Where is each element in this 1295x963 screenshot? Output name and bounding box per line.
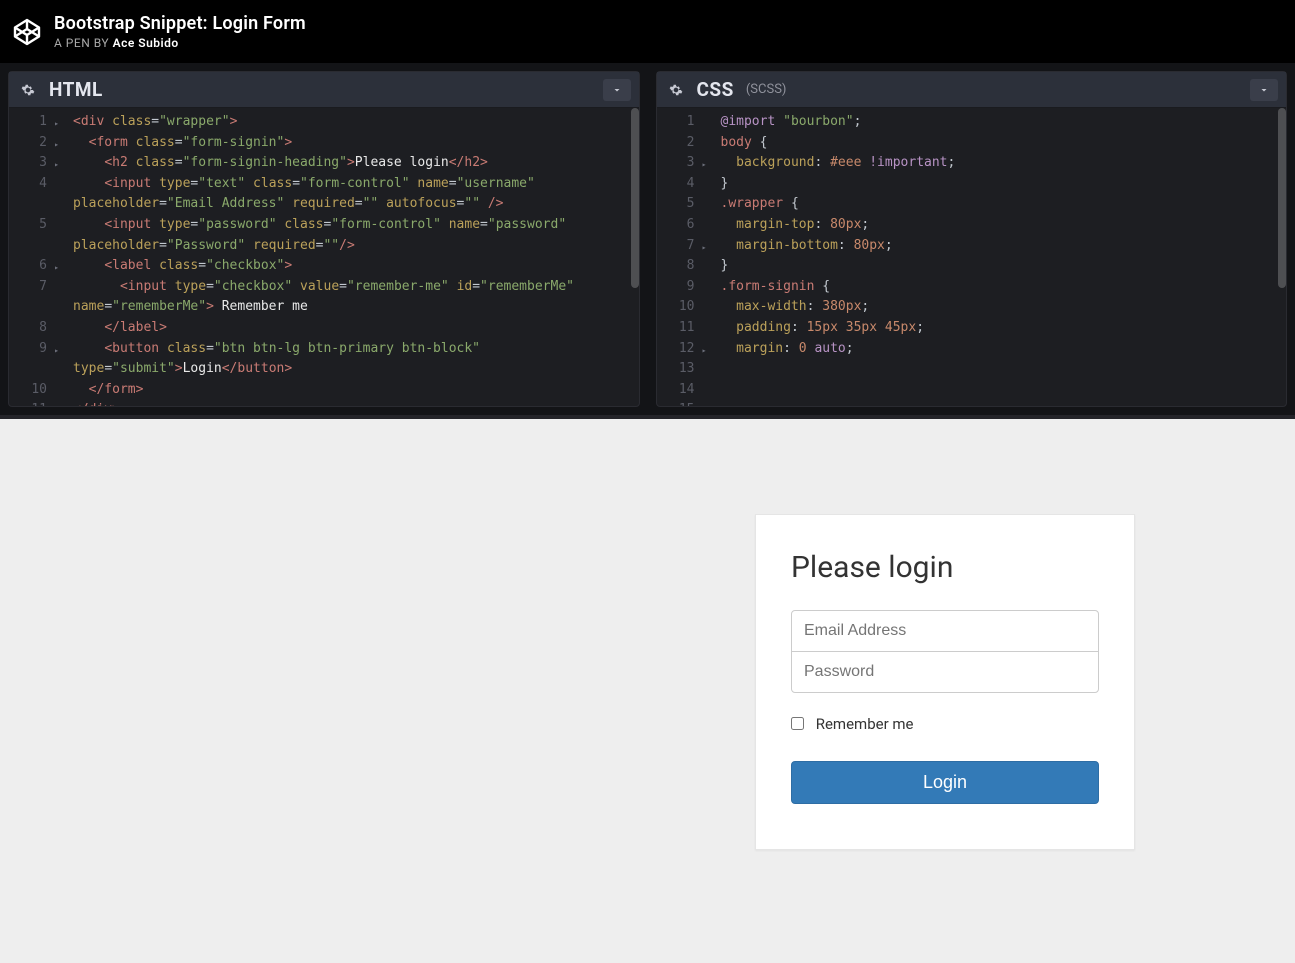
password-field[interactable] <box>791 651 1099 693</box>
line-number: 8 <box>657 256 695 277</box>
line-number: 4 <box>9 174 47 195</box>
code-line[interactable]: } <box>721 256 1287 277</box>
line-number: 4 <box>657 174 695 195</box>
panel-html-head: HTML <box>9 72 639 108</box>
line-number: 2 <box>657 133 695 154</box>
line-number: 3 <box>657 153 695 174</box>
code-line[interactable]: <button class="btn btn-lg btn-primary bt… <box>73 339 639 360</box>
code-line[interactable]: </form> <box>73 380 639 401</box>
code-line[interactable]: <input type="text" class="form-control" … <box>73 174 639 195</box>
form-heading: Please login <box>791 550 1099 585</box>
code-line[interactable]: padding: 15px 35px 45px; <box>721 318 1287 339</box>
code-line[interactable]: </div> <box>73 400 639 406</box>
panel-html-title: HTML <box>49 78 103 101</box>
topbar-titles: Bootstrap Snippet: Login Form A PEN BY A… <box>54 13 306 51</box>
code-line[interactable]: <label class="checkbox"> <box>73 256 639 277</box>
line-number: 7 <box>657 236 695 257</box>
code-line[interactable]: margin: 0 auto; <box>721 339 1287 360</box>
chevron-down-icon[interactable] <box>1250 79 1278 101</box>
gear-icon[interactable] <box>17 79 39 101</box>
gear-icon[interactable] <box>665 79 687 101</box>
line-number: 1 <box>657 112 695 133</box>
css-editor[interactable]: 123456789101112131415 @import "bourbon";… <box>657 108 1287 406</box>
login-form: Please login Remember me Login <box>755 514 1135 850</box>
html-editor[interactable]: 1234 5 67 89 1011 <div class="wrapper"> <for… <box>9 108 639 406</box>
remember-me-label[interactable]: Remember me <box>791 715 1099 733</box>
code-line[interactable]: placeholder="Email Address" required="" … <box>73 194 639 215</box>
scrollbar-thumb[interactable] <box>631 108 639 288</box>
scrollbar-thumb[interactable] <box>1278 108 1286 288</box>
code-line[interactable]: <input type="password" class="form-contr… <box>73 215 639 236</box>
code-line[interactable]: name="rememberMe"> Remember me <box>73 297 639 318</box>
pen-byline: A PEN BY Ace Subido <box>54 36 306 50</box>
panel-css-head: CSS (SCSS) <box>657 72 1287 108</box>
panel-html: HTML 1234 5 67 89 1011 <div class="wrapper">… <box>8 71 640 407</box>
preview-pane: Please login Remember me Login <box>0 415 1295 963</box>
byline-prefix: A PEN BY <box>54 36 113 50</box>
line-number: 10 <box>9 380 47 401</box>
line-number: 15 <box>657 400 695 406</box>
code-line[interactable]: type="submit">Login</button> <box>73 359 639 380</box>
line-number: 6 <box>9 256 47 277</box>
line-number: 8 <box>9 318 47 339</box>
code-line[interactable]: <form class="form-signin"> <box>73 133 639 154</box>
line-number: 2 <box>9 133 47 154</box>
codepen-logo-icon[interactable] <box>12 17 42 47</box>
line-number <box>9 297 47 318</box>
code-line[interactable]: background: #eee !important; <box>721 153 1287 174</box>
pen-author[interactable]: Ace Subido <box>113 36 179 50</box>
code-line[interactable]: } <box>721 174 1287 195</box>
code-line[interactable]: body { <box>721 133 1287 154</box>
code-line[interactable]: @import "bourbon"; <box>721 112 1287 133</box>
line-number: 11 <box>9 400 47 406</box>
chevron-down-icon[interactable] <box>603 79 631 101</box>
code-line[interactable]: .wrapper { <box>721 194 1287 215</box>
line-number: 11 <box>657 318 695 339</box>
line-number: 13 <box>657 359 695 380</box>
panel-css-title: CSS <box>697 78 734 101</box>
line-number: 3 <box>9 153 47 174</box>
line-number: 12 <box>657 339 695 360</box>
line-number: 9 <box>9 339 47 360</box>
line-number: 1 <box>9 112 47 133</box>
code-line[interactable]: placeholder="Password" required=""/> <box>73 236 639 257</box>
remember-me-checkbox[interactable] <box>791 717 804 730</box>
panel-css: CSS (SCSS) 123456789101112131415 @import… <box>656 71 1288 407</box>
editors-row: HTML 1234567891011 <div class="wrapper">… <box>0 63 1295 415</box>
line-number: 14 <box>657 380 695 401</box>
line-number: 6 <box>657 215 695 236</box>
topbar: Bootstrap Snippet: Login Form A PEN BY A… <box>0 0 1295 63</box>
line-number: 10 <box>657 297 695 318</box>
login-button[interactable]: Login <box>791 761 1099 804</box>
code-line[interactable]: </label> <box>73 318 639 339</box>
email-field[interactable] <box>791 610 1099 652</box>
panel-css-subtitle: (SCSS) <box>746 82 787 97</box>
line-number: 7 <box>9 277 47 298</box>
code-line[interactable]: margin-top: 80px; <box>721 215 1287 236</box>
pen-title[interactable]: Bootstrap Snippet: Login Form <box>54 13 306 35</box>
code-line[interactable]: <h2 class="form-signin-heading">Please l… <box>73 153 639 174</box>
line-number <box>9 236 47 257</box>
code-line[interactable]: <input type="checkbox" value="remember-m… <box>73 277 639 298</box>
line-number: 5 <box>9 215 47 236</box>
code-line[interactable]: .form-signin { <box>721 277 1287 298</box>
code-line[interactable]: <div class="wrapper"> <box>73 112 639 133</box>
line-number <box>9 194 47 215</box>
line-number: 9 <box>657 277 695 298</box>
code-line[interactable]: max-width: 380px; <box>721 297 1287 318</box>
line-number: 5 <box>657 194 695 215</box>
code-line[interactable]: margin-bottom: 80px; <box>721 236 1287 257</box>
remember-me-text: Remember me <box>816 715 914 733</box>
line-number <box>9 359 47 380</box>
